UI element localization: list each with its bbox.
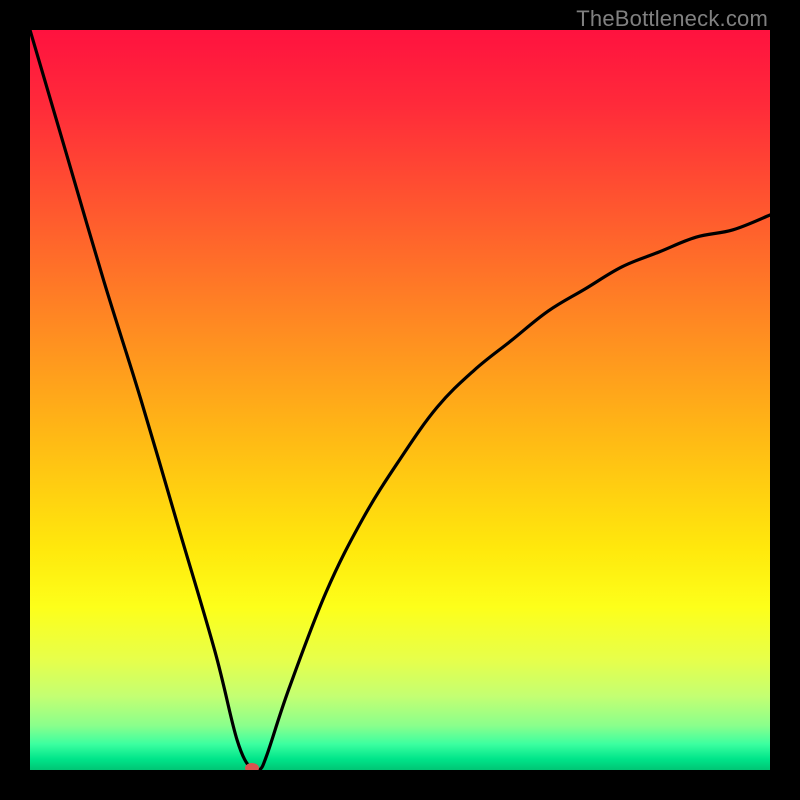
plot-area — [30, 30, 770, 770]
bottleneck-curve — [30, 30, 770, 770]
curve-layer — [30, 30, 770, 770]
chart-frame: TheBottleneck.com — [0, 0, 800, 800]
watermark-text: TheBottleneck.com — [576, 6, 768, 32]
